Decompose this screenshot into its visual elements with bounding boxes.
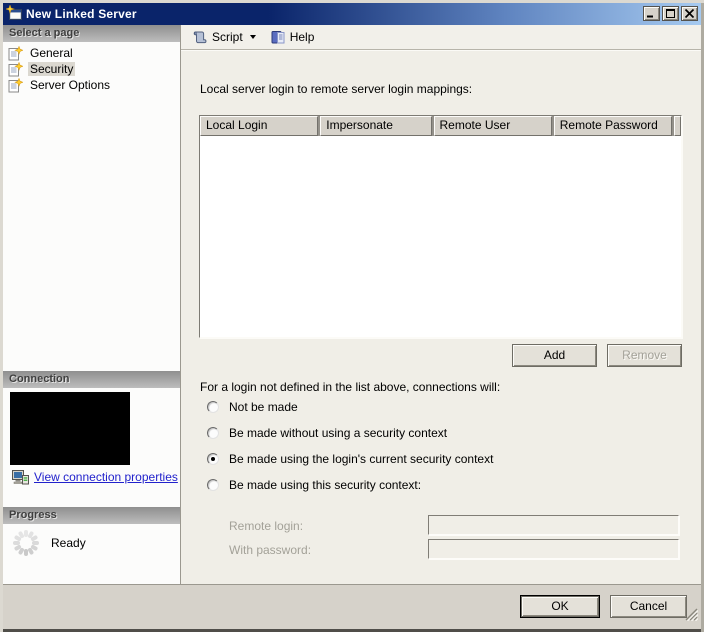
column-header-local-login[interactable]: Local Login — [200, 116, 319, 136]
table-header-row: Local Login Impersonate Remote User Remo… — [200, 116, 681, 136]
remove-button[interactable]: Remove — [607, 344, 682, 367]
script-dropdown-icon[interactable] — [249, 35, 256, 39]
login-mappings-table: Local Login Impersonate Remote User Remo… — [199, 115, 682, 338]
column-header-remote-password[interactable]: Remote Password — [553, 116, 672, 136]
add-button[interactable]: Add — [512, 344, 597, 367]
sidebar-item-general[interactable]: General — [3, 45, 180, 61]
page-icon — [8, 77, 23, 92]
ok-button[interactable]: OK — [520, 595, 600, 618]
connection-info-redacted — [10, 392, 130, 465]
main-panel: Script Help Local server login to remote… — [181, 25, 701, 585]
page-icon — [8, 45, 23, 60]
view-connection-properties-link[interactable]: View connection properties — [34, 470, 178, 484]
radio-label: Not be made — [229, 400, 298, 414]
help-button[interactable]: Help — [266, 27, 319, 47]
with-password-label: With password: — [229, 543, 312, 557]
page-icon — [8, 61, 23, 76]
remote-login-label: Remote login: — [229, 519, 304, 533]
cancel-button[interactable]: Cancel — [610, 595, 687, 618]
close-button[interactable] — [681, 6, 698, 21]
login-options-label: For a login not defined in the list abov… — [200, 380, 501, 394]
sidebar-item-label: General — [30, 46, 73, 60]
progress-status: Ready — [51, 536, 86, 550]
progress-spinner-icon — [11, 528, 41, 561]
sidebar-item-server-options[interactable]: Server Options — [3, 77, 180, 93]
select-a-page-header: Select a page — [3, 25, 180, 42]
sidebar-item-security[interactable]: Security — [3, 61, 180, 77]
app-icon — [5, 3, 22, 24]
footer-bar: OK Cancel — [3, 585, 701, 629]
radio-label: Be made using the login's current securi… — [229, 452, 494, 466]
radio-label: Be made without using a security context — [229, 426, 448, 440]
sidebar-item-label: Server Options — [30, 78, 111, 92]
maximize-button[interactable] — [662, 6, 679, 21]
toolbar: Script Help — [181, 25, 701, 50]
sidebar: Select a page General Security Server Op… — [3, 25, 181, 585]
window-title: New Linked Server — [26, 7, 137, 21]
sidebar-item-label: Security — [28, 62, 76, 76]
script-icon — [193, 31, 207, 44]
radio-label: Be made using this security context: — [229, 478, 422, 492]
remote-login-input[interactable] — [428, 515, 679, 535]
script-button[interactable]: Script — [188, 27, 260, 47]
resize-grip[interactable] — [685, 608, 699, 624]
close-icon — [685, 9, 694, 18]
connection-properties-icon — [12, 470, 29, 485]
radio-icon[interactable] — [207, 401, 219, 413]
page-list: General Security Server Options — [3, 45, 180, 93]
table-body-empty — [200, 136, 681, 337]
title-bar[interactable]: New Linked Server — [3, 3, 701, 25]
radio-not-be-made[interactable]: Not be made — [207, 400, 298, 414]
with-password-input[interactable] — [428, 539, 679, 559]
help-label: Help — [289, 30, 315, 44]
column-header-remote-user[interactable]: Remote User — [433, 116, 552, 136]
progress-header: Progress — [3, 507, 180, 524]
radio-current-security-context[interactable]: Be made using the login's current securi… — [207, 452, 493, 466]
column-header-filler — [673, 116, 681, 136]
radio-icon-selected[interactable] — [207, 453, 219, 465]
maximize-icon — [666, 9, 675, 18]
minimize-icon — [647, 15, 653, 18]
dialog-window: New Linked Server Select a page General … — [0, 0, 704, 632]
radio-icon[interactable] — [207, 427, 219, 439]
column-header-impersonate[interactable]: Impersonate — [320, 116, 432, 136]
script-label: Script — [212, 30, 243, 44]
connection-header: Connection — [3, 371, 180, 388]
radio-without-security-context[interactable]: Be made without using a security context — [207, 426, 447, 440]
radio-this-security-context[interactable]: Be made using this security context: — [207, 478, 421, 492]
help-icon — [271, 31, 285, 44]
radio-icon[interactable] — [207, 479, 219, 491]
minimize-button[interactable] — [643, 6, 660, 21]
mappings-label: Local server login to remote server logi… — [200, 82, 473, 96]
